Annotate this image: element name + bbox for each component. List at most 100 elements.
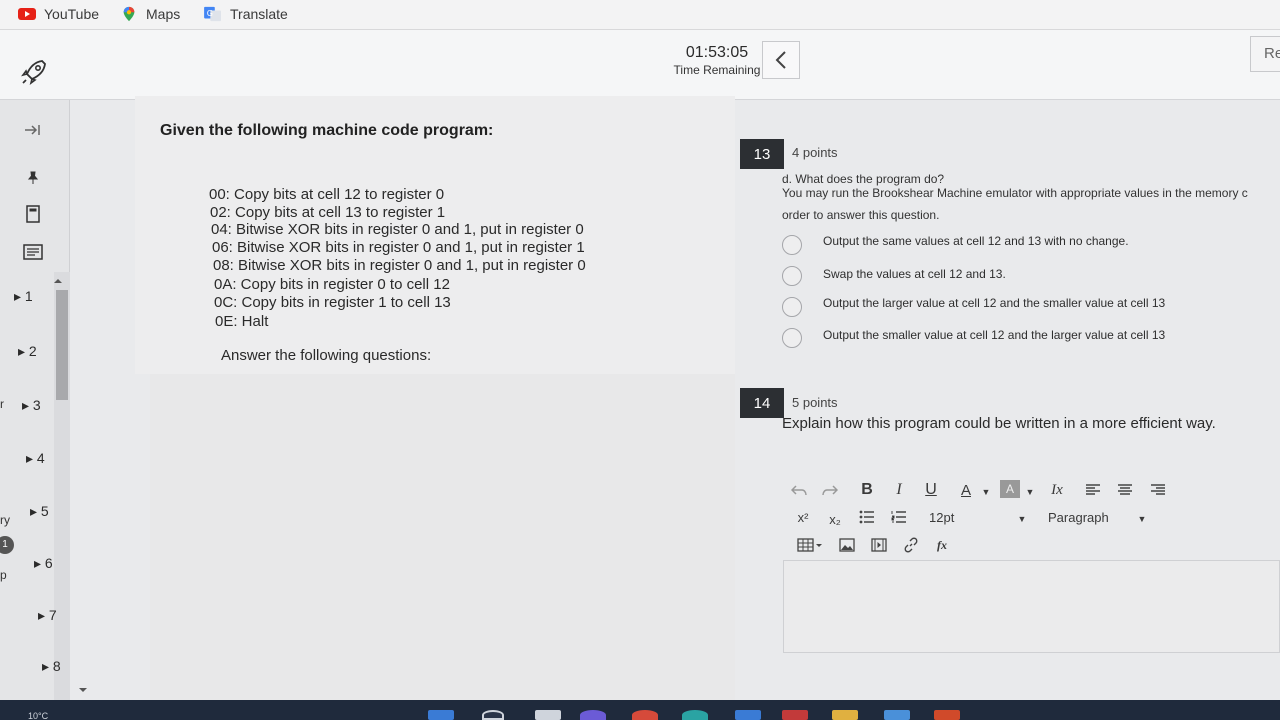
file-explorer-icon[interactable] (832, 710, 858, 720)
answer-text-editor[interactable] (783, 560, 1280, 653)
bookmark-label: YouTube (44, 6, 100, 22)
offscreen-text: p (0, 568, 7, 582)
answer-option-label[interactable]: Swap the values at cell 12 and 13. (823, 267, 1006, 281)
nav-question-8[interactable]: ▸ 8 (42, 658, 61, 675)
rocket-icon[interactable] (20, 58, 48, 86)
align-right-icon (1151, 484, 1165, 495)
bookmark-label: Maps (146, 6, 181, 22)
superscript-button[interactable]: x² (794, 507, 812, 527)
nav-question-5[interactable]: ▸ 5 (30, 503, 49, 520)
app-icon[interactable] (782, 710, 808, 720)
svg-text:G: G (207, 9, 213, 18)
media-icon (871, 538, 887, 552)
question-prompt: d. What does the program do? (782, 172, 945, 186)
answer-radio-4[interactable] (782, 328, 802, 348)
nav-scrollbar-thumb[interactable] (56, 290, 68, 400)
answer-option-label[interactable]: Output the smaller value at cell 12 and … (823, 328, 1165, 342)
question-prompt: order to answer this question. (782, 208, 940, 222)
windows-start-icon[interactable] (428, 710, 454, 720)
answer-option-label[interactable]: Output the same values at cell 12 and 13… (823, 234, 1129, 248)
scroll-down-icon[interactable] (78, 687, 88, 693)
align-left-button[interactable] (1084, 480, 1102, 500)
teams-icon[interactable] (580, 710, 606, 720)
pin-button[interactable] (18, 166, 48, 190)
calculator-icon (26, 205, 40, 223)
code-line: 0A: Copy bits in register 0 to cell 12 (214, 276, 450, 293)
nav-question-1[interactable]: ▸ 1 (14, 288, 33, 305)
underline-button[interactable]: U (922, 480, 940, 500)
question-number-badge: 14 (740, 388, 784, 418)
nav-question-label: 7 (48, 607, 57, 623)
search-icon[interactable] (482, 710, 504, 720)
passage-title: Given the following machine code program… (160, 122, 494, 139)
font-size-select[interactable]: 12pt (920, 507, 1020, 527)
windows-taskbar (0, 700, 1280, 720)
calculator-button[interactable] (18, 202, 48, 226)
subscript-button[interactable]: x₂ (826, 509, 844, 529)
time-remaining: 01:53:05 Time Remaining (672, 44, 762, 77)
code-line: 00: Copy bits at cell 12 to register 0 (209, 186, 445, 203)
youtube-icon (18, 8, 36, 20)
bookmark-maps[interactable]: Maps (120, 4, 180, 24)
italic-button[interactable]: I (890, 480, 908, 500)
redo-button[interactable] (821, 480, 839, 500)
expand-nav-button[interactable] (18, 118, 48, 142)
code-line: 0C: Copy bits in register 1 to cell 13 (214, 294, 451, 311)
question-points: 5 points (792, 395, 838, 410)
answer-radio-2[interactable] (782, 266, 802, 286)
answer-radio-1[interactable] (782, 235, 802, 255)
font-size-dropdown-icon[interactable]: ▼ (1016, 509, 1028, 529)
nav-question-4[interactable]: ▸ 4 (26, 450, 45, 467)
answer-option-label[interactable]: Output the larger value at cell 12 and t… (823, 296, 1165, 310)
bold-button[interactable]: B (858, 480, 876, 500)
nav-question-2[interactable]: ▸ 2 (18, 343, 37, 360)
collapse-timer-button[interactable] (762, 41, 800, 79)
background-color-button[interactable]: A (1000, 480, 1020, 498)
bookmark-youtube[interactable]: YouTube (18, 4, 99, 24)
font-color-dropdown[interactable]: ▼ (980, 482, 992, 502)
answer-radio-3[interactable] (782, 297, 802, 317)
nav-question-label: 3 (32, 397, 41, 413)
insert-link-button[interactable] (902, 535, 920, 555)
bookmarks-bar: YouTube Maps G Translate (0, 0, 1280, 30)
align-left-icon (1086, 484, 1100, 495)
nav-question-label: 4 (36, 450, 45, 466)
review-button[interactable]: Re (1250, 36, 1280, 72)
background-color-dropdown[interactable]: ▼ (1024, 482, 1036, 502)
timer-value: 01:53:05 (685, 44, 749, 61)
notes-button[interactable] (18, 240, 48, 264)
bullet-list-button[interactable] (858, 507, 876, 527)
office-icon[interactable] (934, 710, 960, 720)
undo-button[interactable] (790, 480, 808, 500)
nav-question-label: 8 (52, 658, 61, 674)
offscreen-text: ry (0, 513, 10, 527)
nav-question-label: 6 (44, 555, 53, 571)
scroll-up-icon[interactable] (53, 278, 63, 284)
insert-image-button[interactable] (838, 535, 856, 555)
font-color-button[interactable]: A (956, 480, 976, 500)
nav-question-7[interactable]: ▸ 7 (38, 607, 57, 624)
nav-question-3[interactable]: ▸ 3 (22, 397, 41, 414)
nav-question-6[interactable]: ▸ 6 (34, 555, 53, 572)
insert-formula-button[interactable]: fx (933, 535, 951, 555)
store-icon[interactable] (884, 710, 910, 720)
timer-label: Time Remaining (673, 63, 761, 77)
align-center-button[interactable] (1116, 480, 1134, 500)
align-right-button[interactable] (1149, 480, 1167, 500)
block-format-dropdown-icon[interactable]: ▼ (1136, 509, 1148, 529)
insert-media-button[interactable] (870, 535, 888, 555)
insert-table-button[interactable] (795, 535, 825, 555)
mail-icon[interactable] (735, 710, 761, 720)
link-icon (904, 537, 918, 553)
chrome-icon[interactable] (632, 710, 658, 720)
task-view-icon[interactable] (535, 710, 561, 720)
test-header: 01:53:05 Time Remaining Re (0, 30, 1280, 100)
numbered-list-icon (891, 511, 906, 523)
arrow-right-bar-icon (25, 125, 40, 135)
block-format-select[interactable]: Paragraph (1040, 507, 1140, 527)
clear-formatting-button[interactable]: Ix (1047, 480, 1067, 500)
weather-temperature: 10°C (28, 711, 49, 720)
numbered-list-button[interactable] (890, 507, 908, 527)
bookmark-translate[interactable]: G Translate (204, 4, 288, 24)
edge-icon[interactable] (682, 710, 708, 720)
